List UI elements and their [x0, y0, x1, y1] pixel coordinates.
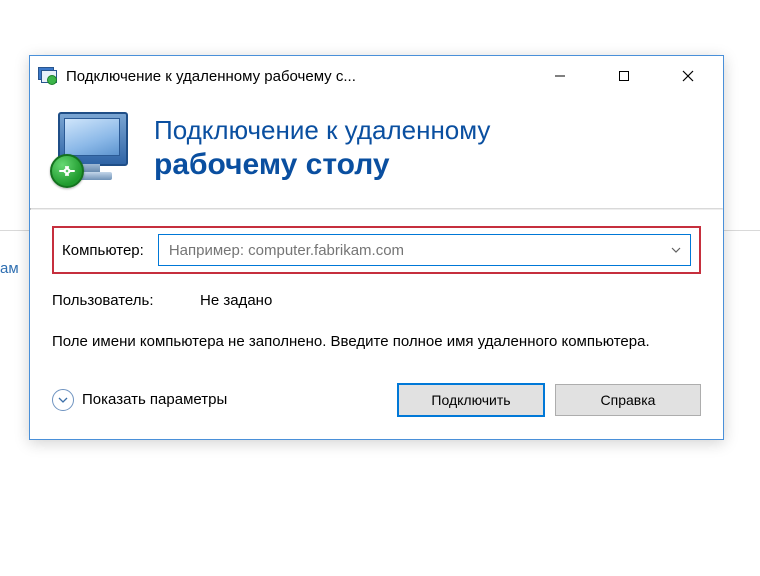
titlebar[interactable]: Подключение к удаленному рабочему с...	[30, 56, 723, 96]
user-value: Не задано	[200, 292, 272, 309]
banner-title-line1: Подключение к удаленному	[154, 116, 490, 146]
connect-button[interactable]: Подключить	[397, 383, 545, 417]
rdp-window: Подключение к удаленному рабочему с...	[29, 55, 724, 440]
computer-field-highlight: Компьютер: Например: computer.fabrikam.c…	[52, 226, 701, 274]
show-options-label: Показать параметры	[82, 391, 227, 408]
user-label: Пользователь:	[52, 292, 180, 309]
window-title: Подключение к удаленному рабочему с...	[66, 68, 539, 85]
rdp-logo-icon	[52, 108, 134, 190]
background-text: ам	[0, 260, 19, 277]
computer-input-placeholder[interactable]: Например: computer.fabrikam.com	[169, 242, 668, 259]
chevron-down-circle-icon	[52, 389, 74, 411]
help-button[interactable]: Справка	[555, 384, 701, 416]
header-banner: Подключение к удаленному рабочему столу	[30, 96, 723, 208]
chevron-down-icon[interactable]	[668, 242, 684, 258]
close-button[interactable]	[667, 61, 709, 91]
computer-label: Компьютер:	[62, 242, 144, 259]
connect-button-label: Подключить	[431, 392, 510, 408]
hint-text: Поле имени компьютера не заполнено. Введ…	[52, 331, 701, 353]
help-button-label: Справка	[601, 392, 656, 408]
banner-title-line2: рабочему столу	[154, 148, 490, 183]
maximize-button[interactable]	[603, 61, 645, 91]
show-options-toggle[interactable]: Показать параметры	[52, 389, 227, 411]
rdp-app-icon	[38, 67, 58, 85]
minimize-button[interactable]	[539, 61, 581, 91]
computer-combobox[interactable]: Например: computer.fabrikam.com	[158, 234, 691, 266]
